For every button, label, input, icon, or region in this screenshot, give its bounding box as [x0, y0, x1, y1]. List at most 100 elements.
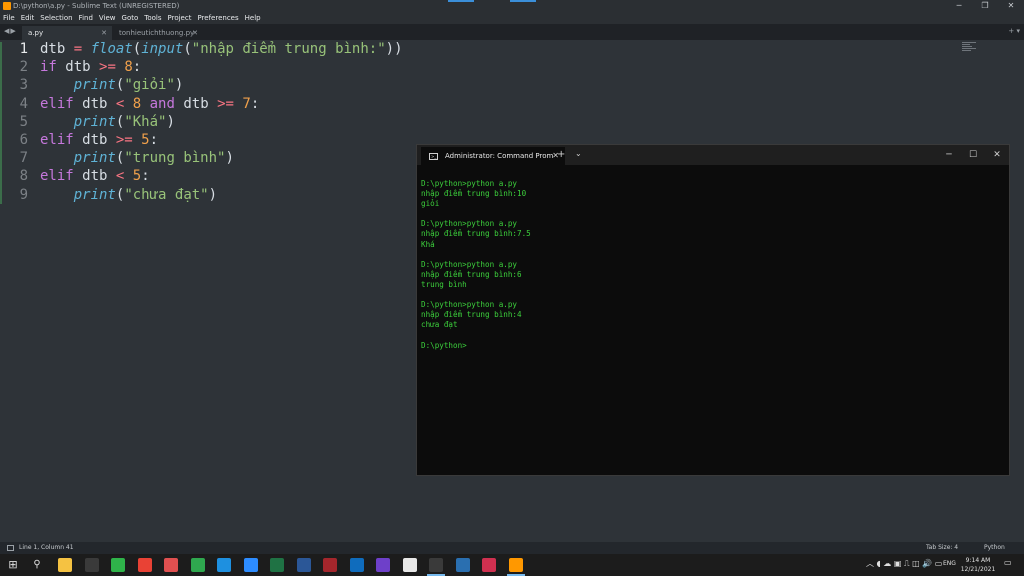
- line-number: 3: [19, 77, 28, 94]
- code-token: elif: [40, 168, 74, 185]
- minimize-icon[interactable]: ─: [937, 145, 961, 165]
- menu-project[interactable]: Project: [168, 12, 192, 24]
- code-token: and: [149, 95, 175, 112]
- tab-close-icon[interactable]: ✕: [101, 26, 107, 40]
- code-line[interactable]: elif dtb >= 5:: [40, 131, 403, 149]
- syntax-mode[interactable]: Python: [984, 542, 1005, 554]
- menu-find[interactable]: Find: [79, 12, 93, 24]
- tab-menu-icon[interactable]: + ▾: [1008, 27, 1020, 35]
- cmd-output-line: nhập điểm trung bình:6: [421, 269, 522, 279]
- panel-toggle-icon[interactable]: [7, 545, 14, 551]
- word-icon[interactable]: [296, 558, 311, 572]
- clock-date: 12/21/2021: [960, 566, 996, 573]
- menu-tools[interactable]: Tools: [144, 12, 161, 24]
- tab-nav-arrows-icon[interactable]: ◀▶: [4, 27, 17, 35]
- file-explorer-icon[interactable]: [58, 558, 72, 572]
- app-grid-icon[interactable]: [164, 558, 178, 572]
- code-token: print: [73, 113, 116, 130]
- cmd-output-line: D:\python>python a.py: [421, 259, 518, 269]
- code-token: ): [166, 113, 175, 130]
- command-prompt-window[interactable]: >_ Administrator: Command Prom ✕ + ⌄ ─ ☐…: [416, 144, 1010, 476]
- line-number: 2: [19, 59, 28, 76]
- code-token: ): [225, 150, 234, 167]
- code-lines[interactable]: dtb = float(input("nhập điểm trung bình:…: [40, 40, 403, 204]
- menu-edit[interactable]: Edit: [21, 12, 35, 24]
- tab-tonhieutichthuong-py[interactable]: tonhieutichthuong.py ✕: [113, 26, 203, 40]
- menu-goto[interactable]: Goto: [122, 12, 139, 24]
- code-line[interactable]: print("giỏi"): [40, 76, 403, 94]
- notion-icon[interactable]: [402, 558, 417, 572]
- status-bar: Line 1, Column 41 Tab Size: 4 Python: [0, 542, 1024, 554]
- title-accent: [510, 0, 536, 2]
- photos-icon[interactable]: [455, 558, 470, 572]
- cmd-tab[interactable]: >_ Administrator: Command Prom ✕: [421, 147, 565, 165]
- outlook-icon[interactable]: [349, 558, 364, 572]
- cmd-output-line: nhập điểm trung bình:7.5: [421, 229, 531, 239]
- menu-help[interactable]: Help: [245, 12, 261, 24]
- obs-icon[interactable]: [84, 558, 99, 572]
- code-line[interactable]: print("trung bình"): [40, 149, 403, 167]
- search-icon[interactable]: ⚲: [30, 558, 44, 572]
- menu-preferences[interactable]: Preferences: [197, 12, 238, 24]
- code-line[interactable]: print("Khá"): [40, 113, 403, 131]
- chevron-down-icon[interactable]: ⌄: [575, 149, 582, 158]
- chrome-icon[interactable]: [137, 558, 152, 572]
- skype-icon[interactable]: [217, 558, 231, 572]
- code-token: print: [73, 150, 116, 167]
- camtasia-icon[interactable]: [111, 558, 125, 572]
- maximize-icon[interactable]: ☐: [961, 145, 985, 165]
- access-icon[interactable]: [323, 558, 337, 572]
- code-line[interactable]: elif dtb < 8 and dtb >= 7:: [40, 95, 403, 113]
- code-token: :: [141, 168, 150, 185]
- code-token: :: [132, 59, 142, 76]
- code-token: 8: [124, 59, 133, 76]
- cmd-output-line: [421, 250, 531, 260]
- input-language[interactable]: ENG: [943, 560, 956, 567]
- notification-icon[interactable]: ▭: [1004, 558, 1012, 567]
- clock[interactable]: 9:14 AM 12/21/2021: [960, 556, 996, 574]
- code-token: dtb: [174, 95, 218, 112]
- code-token: )): [385, 41, 403, 57]
- tab-bar: ◀▶ a.py ✕ tonhieutichthuong.py ✕ + ▾: [0, 24, 1024, 40]
- window-title: D:\python\a.py - Sublime Text (UNREGISTE…: [13, 2, 180, 10]
- cmd-output-line: D:\python>python a.py: [421, 179, 518, 188]
- tray-icons[interactable]: ︿ ◖ ☁ ▣ ⎍ ◫ 🔊 ▭: [866, 558, 942, 569]
- minimap[interactable]: [962, 42, 978, 52]
- code-line[interactable]: print("chưa đạt"): [40, 186, 403, 204]
- code-token: dtb: [56, 59, 100, 76]
- maximize-icon[interactable]: ❐: [972, 0, 998, 12]
- code-line[interactable]: elif dtb < 5:: [40, 167, 403, 185]
- code-line[interactable]: if dtb >= 8:: [40, 58, 403, 76]
- tab-a-py[interactable]: a.py ✕: [22, 26, 112, 40]
- window-controls: ─ ❐ ✕: [946, 0, 1024, 12]
- minimize-icon[interactable]: ─: [946, 0, 972, 12]
- close-icon[interactable]: ✕: [998, 0, 1024, 12]
- code-token: (: [183, 41, 192, 57]
- cmd-output-line: [421, 290, 531, 300]
- line-number: 5: [19, 113, 28, 130]
- tab-label: tonhieutichthuong.py: [119, 29, 195, 37]
- excel-icon[interactable]: [270, 558, 284, 572]
- sublime-icon[interactable]: [508, 558, 523, 572]
- code-token: :: [250, 95, 260, 112]
- gchat-icon[interactable]: [190, 558, 205, 572]
- menu-file[interactable]: File: [3, 12, 15, 24]
- code-token: 5: [141, 131, 150, 148]
- github-icon[interactable]: [376, 558, 390, 572]
- menu-view[interactable]: View: [99, 12, 116, 24]
- pycharm-icon[interactable]: [482, 558, 496, 572]
- windows-start-icon[interactable]: ⊞: [6, 558, 20, 572]
- code-token: elif: [40, 95, 74, 112]
- code-line[interactable]: dtb = float(input("nhập điểm trung bình:…: [40, 40, 403, 58]
- cmd-output[interactable]: D:\python>python a.py nhập điểm trung bìn…: [421, 179, 531, 351]
- cmd-icon[interactable]: [429, 558, 443, 572]
- zoom-icon[interactable]: [243, 558, 258, 572]
- tab-close-icon[interactable]: ✕: [192, 26, 198, 40]
- tab-size[interactable]: Tab Size: 4: [926, 542, 958, 554]
- close-icon[interactable]: ✕: [985, 145, 1009, 165]
- menu-selection[interactable]: Selection: [40, 12, 72, 24]
- new-tab-icon[interactable]: +: [557, 149, 565, 160]
